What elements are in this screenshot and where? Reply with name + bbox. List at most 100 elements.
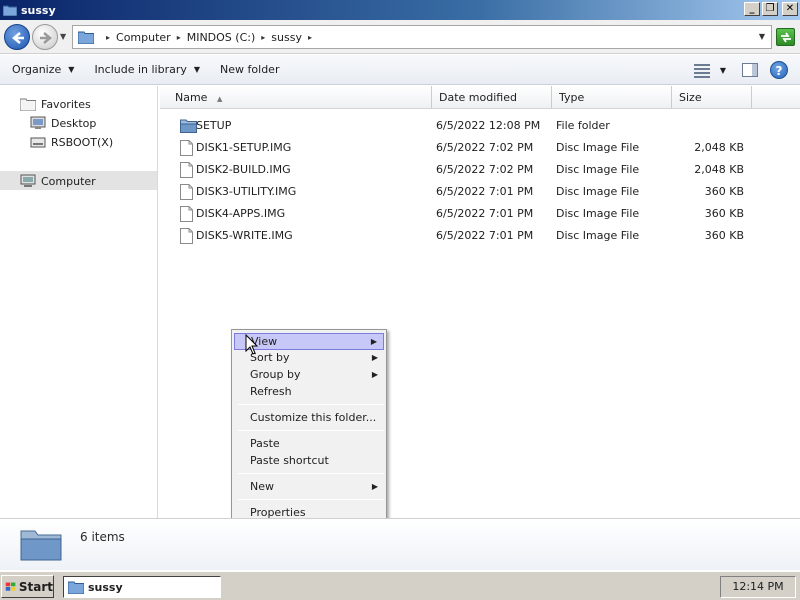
folder-icon [78,31,94,44]
file-type: Disc Image File [556,163,640,176]
breadcrumb-folder[interactable]: sussy [271,31,302,44]
file-icon [180,162,193,178]
taskbar: Start sussy 12:14 PM [0,571,800,600]
column-header-date[interactable]: Date modified [432,86,552,109]
table-row[interactable]: SETUP 6/5/2022 12:08 PM File folder [176,115,776,137]
column-header-row: Name ▲ Date modified Type Size [160,86,800,109]
refresh-icon [781,32,791,43]
details-pane: 6 items [0,518,800,570]
file-size: 360 KB [704,229,744,242]
command-bar: Organize ▼ Include in library ▼ New fold… [0,55,800,85]
start-button[interactable]: Start [1,575,54,598]
column-header-size[interactable]: Size [672,86,752,109]
menu-separator [238,473,384,474]
include-in-library-button[interactable]: Include in library ▼ [94,63,200,76]
menu-item-group-by[interactable]: Group by ▶ [234,366,384,383]
window-title: sussy [21,3,56,17]
include-label: Include in library [94,63,187,76]
menu-separator [238,430,384,431]
navigation-pane: Favorites Desktop RSBOOT(X) Computer [0,86,158,518]
submenu-arrow-icon: ▶ [371,370,378,379]
nav-rsboot[interactable]: RSBOOT(X) [30,133,113,151]
menu-item-paste[interactable]: Paste [234,435,384,452]
taskbar-item-label: sussy [88,580,123,594]
clock-label: 12:14 PM [732,580,784,593]
table-row[interactable]: DISK5-WRITE.IMG 6/5/2022 7:01 PM Disc Imag… [176,225,776,247]
chevron-right-icon[interactable]: ▸ [261,33,265,42]
nav-rsboot-label: RSBOOT(X) [51,135,114,149]
column-header-type[interactable]: Type [552,86,672,109]
minimize-button[interactable]: _ [744,2,760,16]
menu-item-new[interactable]: New ▶ [234,478,384,495]
close-button[interactable]: ✕ [782,2,798,16]
new-folder-button[interactable]: New folder [220,63,279,76]
chevron-right-icon[interactable]: ▸ [308,33,312,42]
nav-favorites[interactable]: Favorites [20,95,91,113]
address-row: ▼ ▸ Computer ▸ MINDOS (C:) ▸ sussy ▸ ▼ [0,20,800,54]
address-bar[interactable]: ▸ Computer ▸ MINDOS (C:) ▸ sussy ▸ ▼ [72,25,772,49]
file-name: DISK5-WRITE.IMG [196,229,293,242]
file-icon [180,206,193,222]
file-size: 2,048 KB [694,163,744,176]
menu-group-label: Group by [250,368,301,381]
sort-ascending-icon: ▲ [216,95,223,103]
column-type-label: Type [559,91,585,104]
submenu-arrow-icon: ▶ [370,337,377,346]
nav-computer-label: Computer [41,174,96,188]
nav-desktop[interactable]: Desktop [30,114,96,132]
submenu-arrow-icon: ▶ [371,482,378,491]
menu-customize-label: Customize this folder... [250,411,377,424]
context-menu: View ▶ Sort by ▶ Group by ▶ Refresh Cust… [231,329,387,524]
table-row[interactable]: DISK3-UTILITY.IMG 6/5/2022 7:01 PM Disc Im… [176,181,776,203]
chevron-down-icon: ▼ [193,65,201,74]
table-row[interactable]: DISK4-APPS.IMG 6/5/2022 7:01 PM Disc Image… [176,203,776,225]
breadcrumb-drive[interactable]: MINDOS (C:) [187,31,256,44]
menu-item-customize[interactable]: Customize this folder... [234,409,384,426]
file-icon [180,140,193,156]
file-name: DISK2-BUILD.IMG [196,163,291,176]
new-folder-label: New folder [220,63,280,76]
file-date: 6/5/2022 7:01 PM [436,229,534,242]
system-tray-clock[interactable]: 12:14 PM [720,576,796,598]
column-name-label: Name [175,91,208,104]
chevron-down-icon: ▼ [68,65,75,74]
title-bar[interactable]: sussy _ ❐ ✕ [0,0,800,20]
nav-computer[interactable]: Computer [20,172,96,190]
file-size: 360 KB [704,207,744,220]
file-name: DISK3-UTILITY.IMG [196,185,297,198]
file-name: DISK4-APPS.IMG [196,207,286,220]
breadcrumb-computer[interactable]: Computer [116,31,171,44]
menu-item-paste-shortcut[interactable]: Paste shortcut [234,452,384,469]
view-options-dropdown-icon[interactable]: ▼ [720,66,726,75]
file-date: 6/5/2022 12:08 PM [436,119,541,132]
organize-button[interactable]: Organize ▼ [12,63,74,76]
help-icon[interactable]: ? [770,61,788,79]
column-header-name[interactable]: Name ▲ [168,86,432,109]
chevron-right-icon[interactable]: ▸ [106,33,110,42]
file-type: Disc Image File [556,141,640,154]
computer-icon [20,174,36,187]
window-controls: _ ❐ ✕ [744,2,798,16]
menu-item-refresh[interactable]: Refresh [234,383,384,400]
drive-icon [30,137,46,148]
change-view-icon[interactable] [693,63,712,78]
file-type: Disc Image File [556,185,640,198]
file-date: 6/5/2022 7:02 PM [436,141,534,154]
file-name: DISK1-SETUP.IMG [196,141,292,154]
mouse-cursor-icon [245,334,259,355]
file-type: Disc Image File [556,207,640,220]
menu-separator [238,404,384,405]
maximize-button[interactable]: ❐ [762,2,778,16]
address-dropdown-icon[interactable]: ▼ [759,32,765,41]
submenu-arrow-icon: ▶ [371,353,378,362]
back-button[interactable] [4,24,30,50]
forward-button[interactable] [32,24,58,50]
table-row[interactable]: DISK1-SETUP.IMG 6/5/2022 7:02 PM Disc Imag… [176,137,776,159]
taskbar-item-sussy[interactable]: sussy [63,576,221,598]
refresh-button[interactable] [776,28,795,46]
preview-pane-icon[interactable] [742,63,758,77]
chevron-right-icon[interactable]: ▸ [177,33,181,42]
table-row[interactable]: DISK2-BUILD.IMG 6/5/2022 7:02 PM Disc Imag… [176,159,776,181]
recent-pages-dropdown-icon[interactable]: ▼ [60,32,66,41]
folder-icon [68,581,84,594]
